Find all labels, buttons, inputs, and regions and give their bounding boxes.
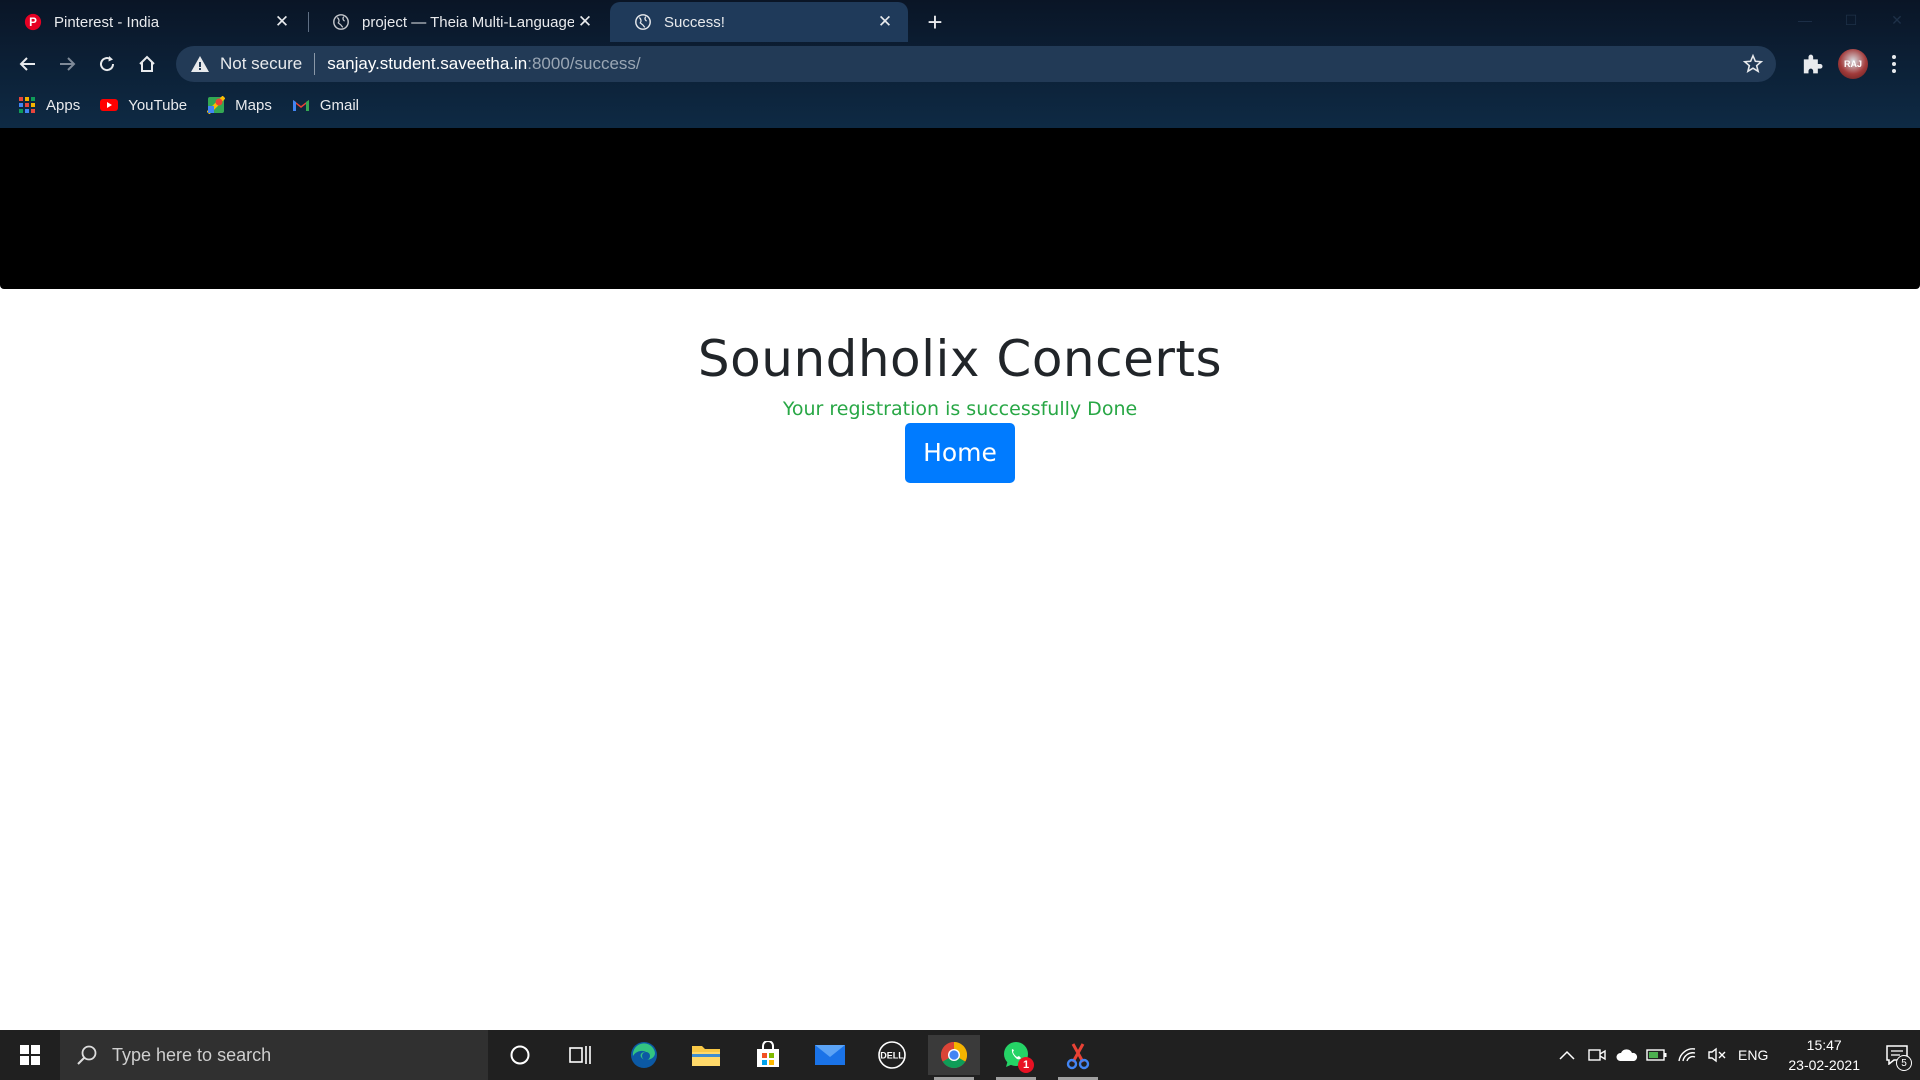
maximize-icon[interactable]: ☐	[1828, 0, 1874, 40]
shopping-bag-icon	[757, 1041, 779, 1067]
browser-toolbar: Not secure sanjay.student.saveetha.in:80…	[0, 44, 1920, 84]
volume-muted-icon[interactable]	[1702, 1030, 1732, 1080]
whatsapp-icon[interactable]: 1	[990, 1035, 1042, 1080]
pinterest-icon: P	[24, 13, 42, 31]
envelope-icon	[815, 1045, 845, 1065]
forward-button[interactable]	[51, 48, 83, 80]
scissors-icon	[1066, 1043, 1090, 1070]
file-explorer-icon[interactable]	[680, 1035, 732, 1075]
wifi-icon[interactable]	[1672, 1030, 1702, 1080]
minimize-icon[interactable]: —	[1782, 0, 1828, 40]
globe-icon	[333, 14, 349, 30]
search-placeholder: Type here to search	[112, 1044, 272, 1065]
clock-date: 23-02-2021	[1788, 1057, 1860, 1073]
notification-count: 5	[1896, 1055, 1912, 1071]
tab-title: Success!	[664, 13, 725, 31]
mail-icon[interactable]	[804, 1035, 856, 1075]
onedrive-cloud-icon[interactable]	[1612, 1030, 1642, 1080]
more-menu-icon[interactable]	[1880, 50, 1908, 78]
youtube-icon	[100, 99, 119, 111]
bookmarks-bar: Apps YouTube Maps Gmail	[0, 90, 1920, 120]
divider	[314, 53, 316, 75]
arrow-right-icon	[60, 57, 76, 71]
folder-icon	[692, 1046, 720, 1066]
chrome-icon[interactable]	[928, 1035, 980, 1080]
battery-icon[interactable]	[1642, 1030, 1672, 1080]
home-icon	[139, 55, 155, 72]
clock-time: 15:47	[1806, 1037, 1842, 1053]
store-icon[interactable]	[742, 1035, 794, 1075]
close-window-icon[interactable]: ✕	[1874, 0, 1920, 40]
bookmark-youtube[interactable]: YouTube	[100, 96, 187, 114]
windows-taskbar: Type here to search DELL 1 ENG 15:47 23-…	[0, 1030, 1920, 1080]
security-label[interactable]: Not secure	[220, 54, 302, 74]
dell-logo-icon: DELL	[878, 1041, 906, 1069]
search-icon	[77, 1045, 97, 1065]
apps-grid-icon	[19, 97, 35, 113]
tab-strip: P Pinterest - India ✕ project — Theia Mu…	[0, 0, 1920, 42]
bookmark-label: Apps	[46, 96, 81, 114]
bookmark-label: YouTube	[128, 96, 188, 114]
snipping-tool-icon[interactable]	[1052, 1035, 1104, 1080]
chevron-up-icon[interactable]	[1552, 1030, 1582, 1080]
taskbar-search-input[interactable]: Type here to search	[60, 1030, 488, 1080]
arrow-left-icon	[19, 57, 35, 71]
page-title: Soundholix Concerts	[697, 330, 1223, 388]
header-banner	[0, 128, 1920, 289]
svg-text:DELL: DELL	[880, 1051, 904, 1061]
start-button[interactable]	[0, 1030, 60, 1080]
home-browser-button[interactable]	[131, 48, 163, 80]
tab-pinterest[interactable]: P Pinterest - India ✕	[0, 2, 305, 42]
bookmark-label: Maps	[235, 96, 272, 114]
cortana-icon[interactable]	[494, 1035, 546, 1075]
avatar[interactable]: RAJ	[1838, 49, 1868, 79]
chrome-logo-icon	[940, 1041, 968, 1069]
tab-title: Pinterest - India	[54, 13, 160, 31]
system-tray: ENG 15:47 23-02-2021 5	[1552, 1030, 1920, 1080]
meet-now-icon[interactable]	[1582, 1030, 1612, 1080]
task-view-icon[interactable]	[554, 1035, 606, 1075]
maps-icon	[207, 96, 226, 114]
extensions-puzzle-icon[interactable]	[1798, 50, 1826, 78]
browser-chrome: P Pinterest - India ✕ project — Theia Mu…	[0, 0, 1920, 128]
globe-icon	[635, 14, 651, 30]
url-host: sanjay.student.saveetha.in	[327, 54, 528, 73]
address-bar[interactable]: Not secure sanjay.student.saveetha.in:80…	[176, 46, 1776, 82]
new-tab-button[interactable]: +	[919, 6, 951, 38]
edge-logo-icon	[631, 1042, 657, 1068]
action-center-button[interactable]: 5	[1874, 1030, 1920, 1080]
main-content: Soundholix Concerts Your registration is…	[0, 289, 1920, 483]
star-icon[interactable]	[1742, 53, 1764, 75]
url-path: :8000/success/	[527, 54, 641, 73]
home-button[interactable]: Home	[905, 423, 1015, 483]
bookmark-apps[interactable]: Apps	[18, 96, 80, 114]
success-message: Your registration is successfully Done	[782, 398, 1138, 420]
reload-button[interactable]	[91, 48, 123, 80]
tab-success[interactable]: Success! ✕	[610, 2, 908, 42]
dell-icon[interactable]: DELL	[866, 1035, 918, 1075]
tab-title: project — Theia Multi-Language	[362, 13, 574, 31]
clock[interactable]: 15:47 23-02-2021	[1788, 1035, 1860, 1075]
close-tab-icon[interactable]: ✕	[874, 11, 896, 33]
bookmark-label: Gmail	[319, 96, 360, 114]
back-button[interactable]	[12, 48, 44, 80]
edge-icon[interactable]	[618, 1035, 670, 1075]
window-controls: — ☐ ✕	[1782, 0, 1920, 40]
svg-text:P: P	[29, 16, 37, 29]
bookmark-maps[interactable]: Maps	[207, 96, 272, 114]
close-tab-icon[interactable]: ✕	[271, 11, 293, 33]
close-tab-icon[interactable]: ✕	[574, 11, 596, 33]
warning-icon	[191, 56, 209, 72]
notification-badge: 1	[1018, 1057, 1034, 1073]
language-indicator[interactable]: ENG	[1738, 1047, 1768, 1063]
bookmark-gmail[interactable]: Gmail	[292, 96, 359, 114]
windows-logo-icon	[20, 1045, 40, 1065]
reload-icon	[100, 56, 115, 72]
task-view-glyph	[569, 1046, 591, 1064]
tab-theia-project[interactable]: project — Theia Multi-Language ✕	[308, 2, 608, 42]
gmail-icon	[292, 100, 309, 111]
circle-icon	[510, 1045, 530, 1065]
